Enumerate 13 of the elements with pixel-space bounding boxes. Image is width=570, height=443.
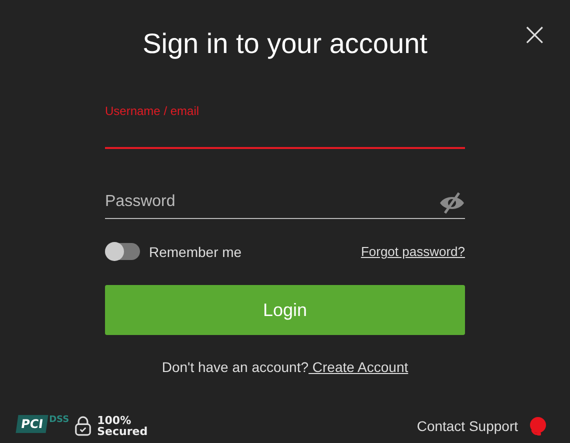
username-label: Username / email	[105, 104, 200, 118]
remember-label: Remember me	[149, 244, 242, 260]
remember-toggle[interactable]	[105, 243, 140, 260]
lock-icon	[75, 416, 92, 436]
eye-slash-icon[interactable]	[439, 192, 465, 214]
password-field[interactable]: Password	[105, 193, 439, 218]
close-button[interactable]: ×	[521, 18, 548, 50]
forgot-password-link[interactable]: Forgot password?	[360, 244, 465, 259]
dialog-title: Sign in to your account	[142, 28, 428, 60]
secured-text: 100% Secured	[97, 415, 148, 437]
signup-prompt: Don't have an account?	[162, 359, 309, 375]
create-account-link[interactable]: Create Account	[308, 359, 408, 375]
contact-support-link[interactable]: Contact Support	[416, 418, 518, 434]
